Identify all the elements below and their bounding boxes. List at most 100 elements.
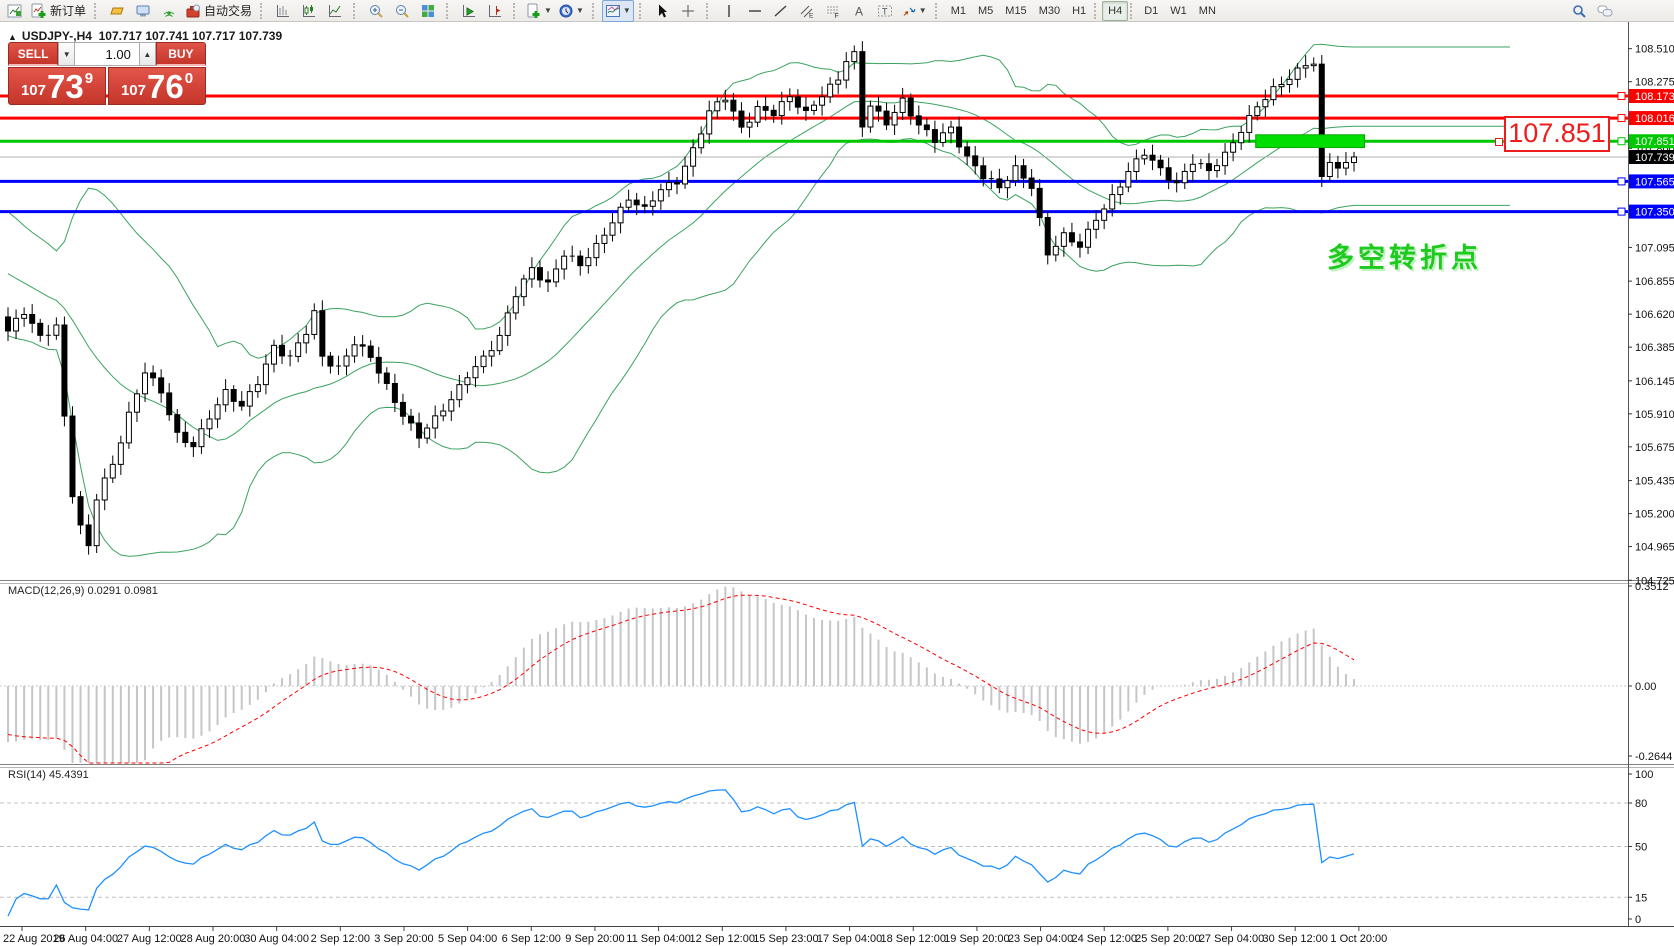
sell-button[interactable]: SELL: [8, 42, 58, 66]
vline-icon: [721, 3, 737, 19]
text-button[interactable]: A: [846, 0, 872, 22]
fibonacci-button[interactable]: F: [820, 0, 846, 22]
macd-histogram: [8, 587, 1354, 763]
equidistant-channel-button[interactable]: E: [794, 0, 820, 22]
chart-shift-button[interactable]: [482, 0, 508, 22]
arrows-button[interactable]: ▼: [898, 0, 930, 22]
horizontal-line-button[interactable]: [742, 0, 768, 22]
highlight-rectangle[interactable]: [1256, 135, 1365, 148]
toolbar-separator: [353, 3, 359, 19]
svg-text:105.435: 105.435: [1635, 476, 1674, 488]
price-axis[interactable]: 108.510108.275108.040107.800107.565107.3…: [1628, 44, 1674, 588]
macd-indicator-label: MACD(12,26,9) 0.0291 0.0981: [8, 585, 158, 597]
market-watch-button[interactable]: [104, 0, 130, 22]
auto-scroll-button[interactable]: [456, 0, 482, 22]
chat-icon: [1597, 3, 1613, 19]
svg-text:80: 80: [1635, 798, 1647, 810]
volume-decrease-button[interactable]: ▼: [58, 42, 75, 66]
autoscroll-icon: [461, 3, 477, 19]
sell-price-button[interactable]: 107 73 9: [8, 67, 106, 105]
macd-panel[interactable]: 0.35120.00-0.2644: [0, 581, 1672, 763]
linechart-icon: [327, 3, 343, 19]
svg-text:6 Sep 12:00: 6 Sep 12:00: [502, 933, 561, 945]
signals-button[interactable]: [156, 0, 182, 22]
chart-canvas[interactable]: 108.510108.275108.040107.800107.565107.3…: [0, 22, 1674, 946]
crosshair-button[interactable]: [675, 0, 701, 22]
line-chart-button[interactable]: [322, 0, 348, 22]
timeframe-m5-button[interactable]: M5: [972, 1, 999, 21]
new-order-button[interactable]: 新订单: [28, 0, 89, 22]
template-icon: [605, 3, 621, 19]
cursor-button[interactable]: [649, 0, 675, 22]
bar-chart-button[interactable]: [270, 0, 296, 22]
zoom-in-button[interactable]: [363, 0, 389, 22]
line-anchor-marker[interactable]: [1495, 138, 1503, 146]
zoom-out-button[interactable]: [389, 0, 415, 22]
profiles-icon: [558, 3, 574, 19]
svg-text:24 Sep 12:00: 24 Sep 12:00: [1071, 933, 1136, 945]
timeframe-h4-button[interactable]: H4: [1102, 1, 1128, 21]
autotrading-button[interactable]: 自动交易: [182, 0, 255, 22]
terminal-button[interactable]: [130, 0, 156, 22]
rsi-panel[interactable]: 1008050150: [0, 769, 1653, 926]
autotrading-button-label: 自动交易: [204, 2, 252, 19]
svg-text:19 Sep 20:00: 19 Sep 20:00: [944, 933, 1009, 945]
buy-price-big: 76: [147, 72, 184, 102]
volume-increase-button[interactable]: ▲: [139, 42, 156, 66]
sell-price-sup: 9: [85, 70, 93, 87]
indicator-window-button[interactable]: ▼: [602, 0, 634, 22]
dropdown-arrow-icon: ▼: [576, 6, 584, 15]
svg-text:15: 15: [1635, 892, 1647, 904]
buy-button[interactable]: BUY: [156, 42, 206, 66]
candlestick-chart-button[interactable]: [296, 0, 322, 22]
toolbar-separator: [446, 3, 452, 19]
toolbar-separator: [639, 3, 645, 19]
price-callout-label[interactable]: 107.851: [1504, 116, 1610, 152]
crosshair-icon: [680, 3, 696, 19]
svg-text:-0.2644: -0.2644: [1635, 751, 1672, 763]
svg-text:12 Sep 12:00: 12 Sep 12:00: [690, 933, 755, 945]
toolbar-separator: [1094, 3, 1100, 19]
level-line-endpoint: [1618, 138, 1625, 145]
rsi-indicator-label: RSI(14) 45.4391: [8, 769, 89, 781]
timeframe-w1-button[interactable]: W1: [1164, 1, 1193, 21]
text-label-button[interactable]: T: [872, 0, 898, 22]
svg-text:E: E: [809, 12, 814, 19]
profiles-button[interactable]: ▼: [555, 0, 587, 22]
svg-text:3 Sep 20:00: 3 Sep 20:00: [374, 933, 433, 945]
macd-signal-line: [8, 595, 1354, 763]
level-line-endpoint: [1618, 178, 1625, 185]
svg-text:18 Sep 12:00: 18 Sep 12:00: [881, 933, 946, 945]
toolbar-separator: [94, 3, 100, 19]
chart-symbol-period: USDJPY-,H4: [22, 29, 92, 43]
search-button[interactable]: [1566, 0, 1592, 22]
chat-button[interactable]: [1592, 0, 1618, 22]
svg-text:26 Aug 04:00: 26 Aug 04:00: [53, 933, 118, 945]
toolbar-separator: [592, 3, 598, 19]
tile-windows-button[interactable]: [415, 0, 441, 22]
buy-price-button[interactable]: 107 76 0: [108, 67, 206, 105]
timeframe-m30-button[interactable]: M30: [1033, 1, 1066, 21]
bollinger-lower: [8, 139, 1510, 557]
toolbar-separator: [935, 3, 941, 19]
timeframe-m1-button[interactable]: M1: [945, 1, 972, 21]
dropdown-arrow-icon: ▼: [544, 6, 552, 15]
svg-text:25 Sep 20:00: 25 Sep 20:00: [1135, 933, 1200, 945]
timeframe-mn-button[interactable]: MN: [1193, 1, 1222, 21]
date-axis[interactable]: 22 Aug 201926 Aug 04:0027 Aug 12:0028 Au…: [3, 926, 1387, 945]
vertical-line-button[interactable]: [716, 0, 742, 22]
svg-text:F: F: [834, 13, 838, 19]
dropdown-arrow-icon: ▼: [623, 6, 631, 15]
timeframe-d1-button[interactable]: D1: [1138, 1, 1164, 21]
trendline-button[interactable]: [768, 0, 794, 22]
toolbar-separator: [1130, 3, 1136, 19]
window-icon[interactable]: [2, 0, 28, 22]
new-chart-button[interactable]: ▼: [523, 0, 555, 22]
chart-annotation-text[interactable]: 多空转折点: [1327, 236, 1482, 275]
timeframe-m15-button[interactable]: M15: [999, 1, 1032, 21]
one-click-panel-toggle-icon[interactable]: ▲: [8, 32, 17, 42]
buy-price-sup: 0: [185, 70, 193, 87]
chart-ohlc-values: 107.717 107.741 107.717 107.739: [99, 29, 283, 43]
volume-input[interactable]: 1.00: [75, 42, 139, 66]
timeframe-h1-button[interactable]: H1: [1066, 1, 1092, 21]
